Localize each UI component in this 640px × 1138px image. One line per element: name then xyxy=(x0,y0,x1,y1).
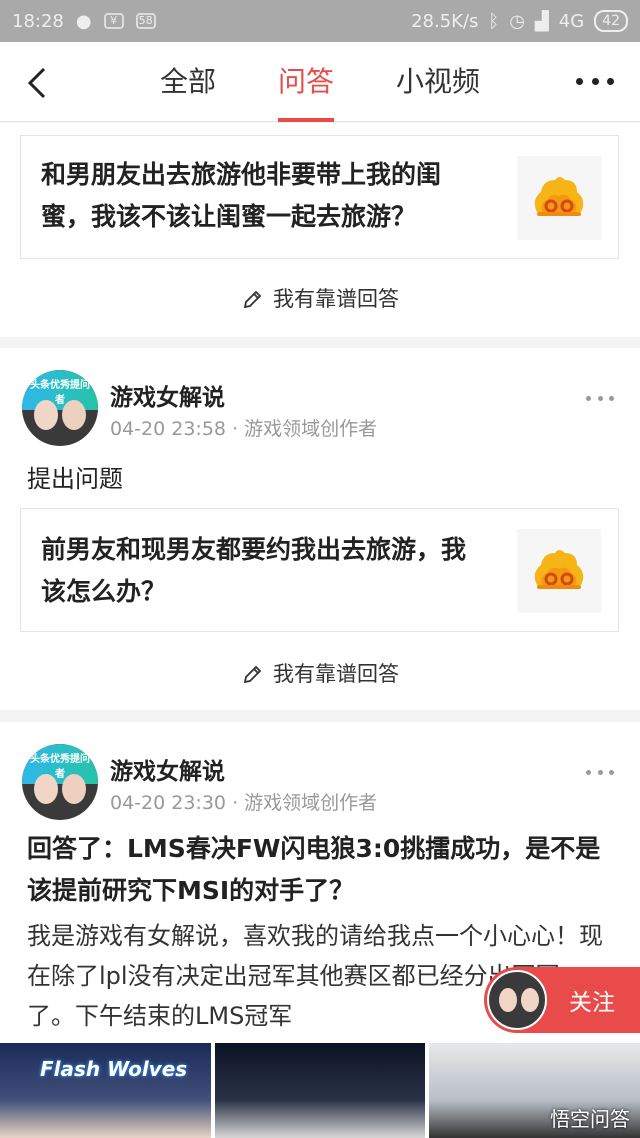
follow-button[interactable]: 关注 xyxy=(484,967,640,1033)
status-time: 18:28 xyxy=(12,10,64,32)
answer-cta-1[interactable]: 我有靠谱回答 xyxy=(0,283,640,313)
pencil-icon xyxy=(243,290,262,309)
battery-indicator: 42 xyxy=(594,10,628,32)
card-more-icon[interactable] xyxy=(586,396,614,402)
answer-cta-2[interactable]: 我有靠谱回答 xyxy=(0,658,640,688)
question-box[interactable]: 前男友和现男友都要约我出去旅游，我该怎么办？ xyxy=(20,508,619,632)
author-role: 游戏领域创作者 xyxy=(244,418,378,440)
pencil-icon xyxy=(243,665,262,684)
action-label: 提出问题 xyxy=(27,465,123,493)
signal-icon: ▟ xyxy=(534,10,549,32)
follow-label: 关注 xyxy=(569,990,615,1016)
post-image-3[interactable]: 悟空问答 xyxy=(429,1043,640,1138)
post-time: 04-20 23:58 xyxy=(110,418,227,440)
avatar[interactable]: 头条优秀提问者 xyxy=(22,744,98,820)
question-box[interactable]: 和男朋友出去旅游他非要带上我的闺蜜，我该不该让闺蜜一起去旅游？ xyxy=(20,135,619,259)
more-menu-icon[interactable] xyxy=(576,78,614,86)
author-name[interactable]: 游戏女解说 xyxy=(110,378,225,412)
post-image-1[interactable]: Flash Wolves xyxy=(0,1043,211,1138)
tab-qa[interactable]: 问答 xyxy=(277,42,335,122)
avatar-badge-text: 头条优秀提问者 xyxy=(30,754,90,780)
post-image-2[interactable] xyxy=(214,1043,426,1138)
question-title: 前男友和现男友都要约我出去旅游，我该怎么办？ xyxy=(41,535,467,606)
app-badge-58: 58 xyxy=(135,13,156,29)
follow-avatar xyxy=(487,970,547,1030)
answer-cta-label: 我有靠谱回答 xyxy=(273,287,399,311)
post-image-strip[interactable]: Flash Wolves 悟空问答 xyxy=(0,1043,640,1138)
wukong-logo-icon xyxy=(517,156,601,240)
card-more-icon[interactable] xyxy=(586,770,614,776)
author-role: 游戏领域创作者 xyxy=(244,792,378,814)
network-type: 4G xyxy=(558,10,585,32)
network-speed: 28.5K/s xyxy=(411,10,479,32)
post-time: 04-20 23:30 xyxy=(110,792,227,814)
bluetooth-icon: ᛒ xyxy=(488,10,500,32)
wukong-watermark: 悟空问答 xyxy=(550,1107,631,1131)
wukong-logo-icon xyxy=(517,529,601,613)
feed-card-2: 头条优秀提问者 游戏女解说 04-20 23:58 · 游戏领域创作者 提出问题… xyxy=(0,348,640,710)
avatar-badge-text: 头条优秀提问者 xyxy=(30,380,90,406)
question-title: 和男朋友出去旅游他非要带上我的闺蜜，我该不该让闺蜜一起去旅游？ xyxy=(41,160,442,231)
app-badge-yuan: ¥ xyxy=(103,13,124,29)
answer-cta-label: 我有靠谱回答 xyxy=(273,662,399,686)
wechat-icon: ● xyxy=(75,10,92,32)
status-bar: 18:28 ● ¥ 58 28.5K/s ᛒ ◷ ▟ 4G 42 xyxy=(0,0,640,42)
post-meta: 04-20 23:58 · 游戏领域创作者 xyxy=(110,418,378,440)
top-nav: 全部 问答 小视频 xyxy=(0,42,640,122)
post-meta: 04-20 23:30 · 游戏领域创作者 xyxy=(110,792,378,814)
avatar[interactable]: 头条优秀提问者 xyxy=(22,370,98,446)
tab-all[interactable]: 全部 xyxy=(160,42,216,122)
team-logo-text: Flash Wolves xyxy=(40,1057,188,1081)
author-name[interactable]: 游戏女解说 xyxy=(110,752,225,786)
feed-card-1: 和男朋友出去旅游他非要带上我的闺蜜，我该不该让闺蜜一起去旅游？ 我有靠谱回答 xyxy=(0,123,640,337)
tab-bar: 全部 问答 小视频 xyxy=(0,42,640,122)
post-title[interactable]: 回答了：LMS春决FW闪电狼3:0挑擂成功，是不是该提前研究下MSI的对手了？ xyxy=(27,828,617,912)
tab-short-video[interactable]: 小视频 xyxy=(396,42,480,122)
alarm-icon: ◷ xyxy=(509,10,525,32)
